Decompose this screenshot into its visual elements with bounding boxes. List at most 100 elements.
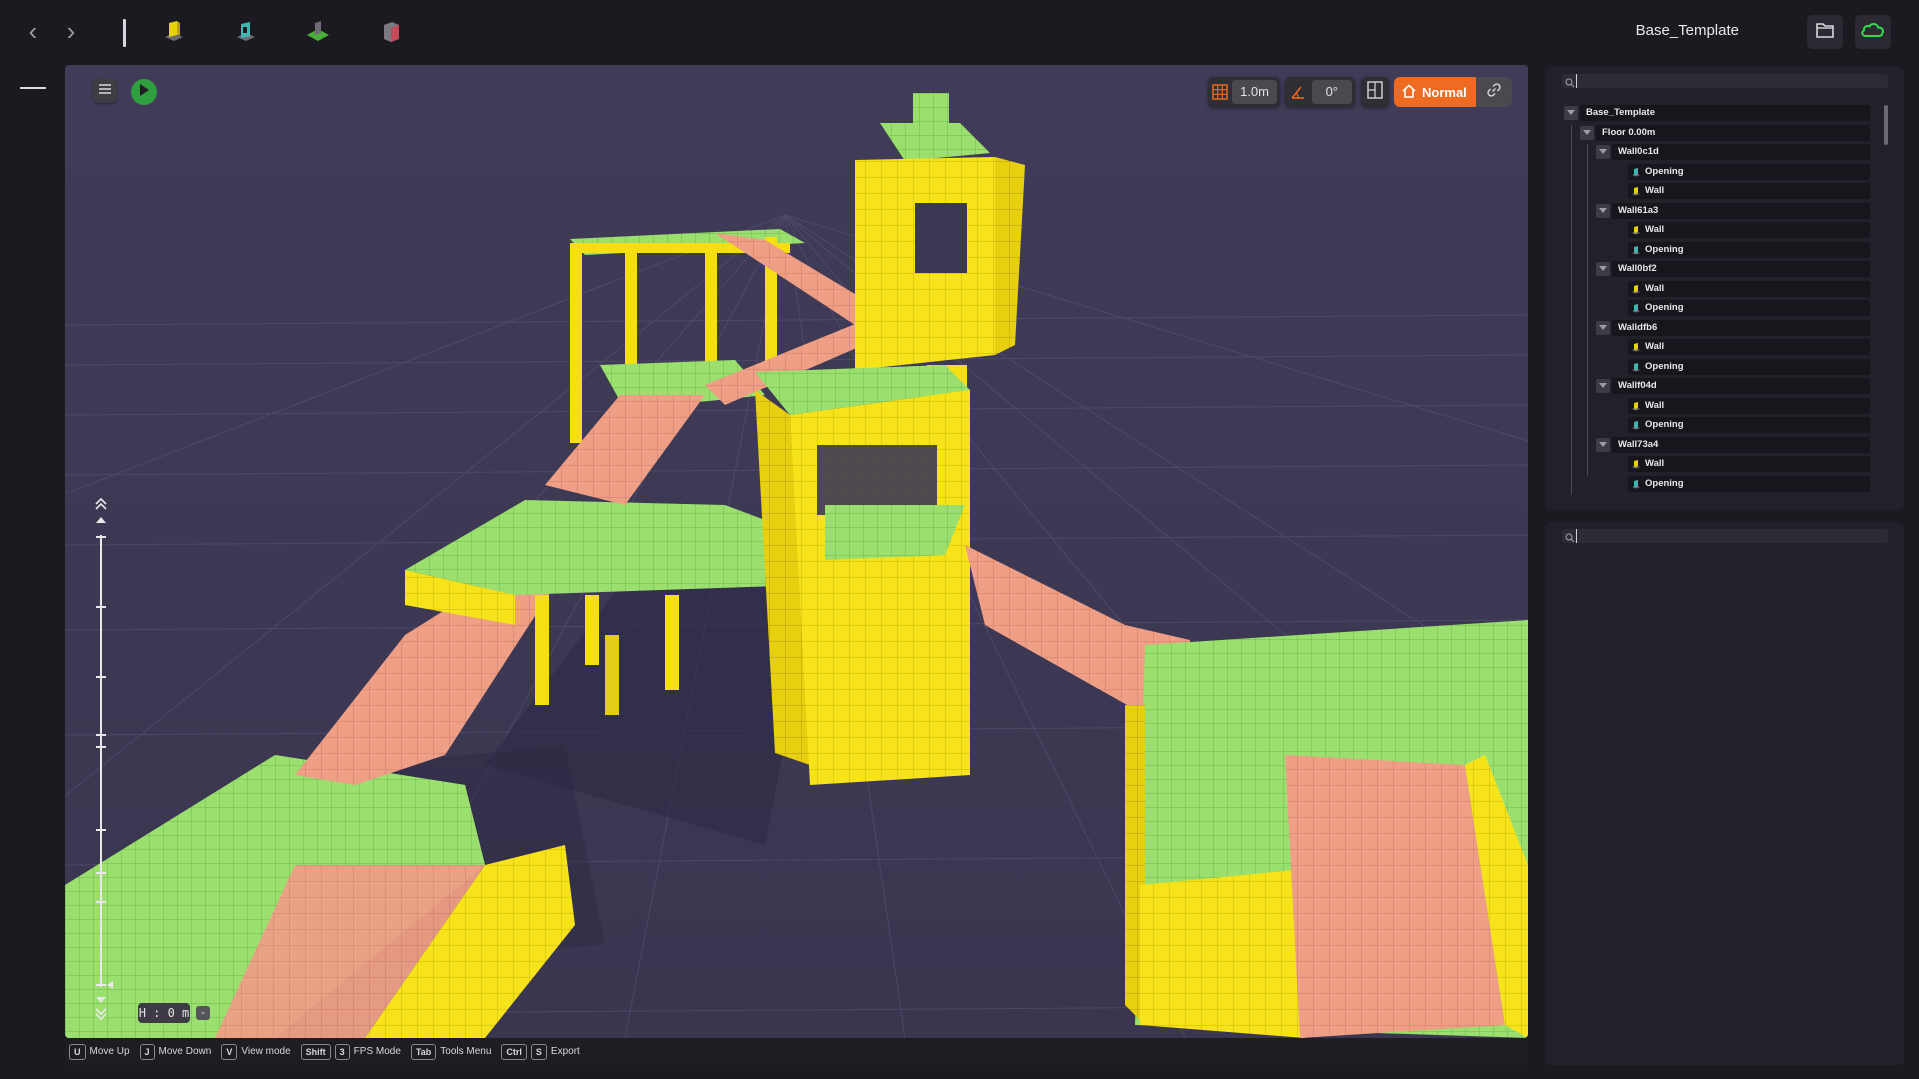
opening-node-icon	[1632, 421, 1640, 430]
height-slider[interactable]	[91, 497, 121, 1037]
key-cap: U	[69, 1043, 86, 1060]
key-cap: Tab	[410, 1043, 437, 1060]
opening-node-icon	[1632, 245, 1640, 254]
tree-row[interactable]: Wall61a3	[1596, 202, 1870, 219]
angle-value[interactable]: 0°	[1311, 80, 1352, 104]
key-cap: Ctrl	[501, 1043, 527, 1060]
hint-label: View mode	[241, 1046, 291, 1057]
tree-row[interactable]: Base_Template	[1564, 105, 1870, 121]
expand-toggle-icon[interactable]	[1596, 203, 1610, 218]
project-title: Base_Template	[1635, 22, 1739, 39]
tree-row[interactable]: Wall73a4	[1596, 436, 1870, 453]
tree-row-label: Wall0bf2	[1618, 263, 1657, 274]
tree-row[interactable]: Opening	[1628, 358, 1870, 375]
tree-row[interactable]: Floor 0.00m	[1580, 124, 1870, 141]
tree-row[interactable]: Wall	[1628, 222, 1870, 238]
play-button[interactable]	[131, 79, 157, 105]
collapse-menu-icon[interactable]	[20, 87, 46, 89]
list-icon	[98, 82, 112, 100]
height-decrease-button[interactable]: -	[196, 1006, 210, 1020]
link-button[interactable]	[1476, 77, 1512, 107]
toolbar-divider	[123, 19, 126, 47]
opening-node-icon	[1632, 167, 1640, 176]
tree-row-label: Wall61a3	[1618, 204, 1659, 216]
hint-label: Tools Menu	[440, 1046, 492, 1057]
wall-node-icon	[1632, 460, 1640, 469]
tree-row[interactable]: Opening	[1628, 163, 1870, 180]
tree-row-label: Wall0c1d	[1618, 146, 1659, 157]
snap-toggle-button[interactable]	[1361, 77, 1389, 107]
properties-search-input[interactable]	[1576, 529, 1876, 543]
opening-tool-icon[interactable]	[231, 17, 261, 47]
tree-row[interactable]: Opening	[1628, 300, 1870, 316]
cloud-button[interactable]	[1855, 15, 1891, 49]
double-chevron-up-icon[interactable]	[95, 497, 107, 510]
tree-row-label: Floor 0.00m	[1602, 126, 1656, 138]
home-icon	[1402, 83, 1416, 101]
expand-toggle-icon[interactable]	[1596, 320, 1610, 335]
properties-panel	[1545, 522, 1904, 1065]
tree-row[interactable]: Wall0bf2	[1596, 261, 1870, 277]
tree-row-label: Opening	[1645, 302, 1684, 313]
wall-tool-icon[interactable]	[159, 17, 189, 47]
hint-move-down: J Move Down	[139, 1043, 212, 1060]
expand-toggle-icon[interactable]	[1596, 379, 1610, 393]
view-mode-button[interactable]: Normal	[1394, 77, 1476, 107]
play-icon	[139, 83, 149, 101]
grid-size-control[interactable]: 1.0m	[1208, 77, 1280, 107]
hint-fps-mode: Shift 3 FPS Mode	[300, 1043, 401, 1060]
tree-row[interactable]: Opening	[1628, 475, 1870, 492]
height-readout: H : 0 m	[138, 1003, 190, 1023]
block-tool-icon[interactable]	[376, 17, 406, 47]
scene-canvas[interactable]	[65, 65, 1528, 1038]
key-cap: V	[221, 1043, 238, 1060]
tree-row-label: Wall	[1645, 282, 1665, 294]
double-chevron-down-icon[interactable]	[95, 1008, 107, 1021]
folder-button[interactable]	[1807, 15, 1843, 49]
key-cap: S	[530, 1043, 547, 1060]
chevron-down-icon	[96, 997, 106, 1003]
hint-label: Export	[550, 1046, 580, 1057]
expand-toggle-icon[interactable]	[1596, 262, 1610, 276]
chevron-right-icon[interactable]: ›	[57, 18, 85, 46]
tree-row[interactable]: Wall0c1d	[1596, 144, 1870, 160]
tree-row-label: Wall	[1645, 399, 1665, 411]
tree-row[interactable]: Walldfb6	[1596, 319, 1870, 336]
key-cap: 3	[334, 1043, 350, 1060]
expand-toggle-icon[interactable]	[1564, 106, 1578, 120]
tree-row[interactable]: Wall	[1628, 456, 1870, 472]
opening-node-icon	[1632, 479, 1640, 488]
tree-row-label: Wall	[1645, 341, 1665, 352]
grid-size-value[interactable]: 1.0m	[1232, 80, 1277, 104]
top-bar: ‹ › Base_Template	[0, 0, 1919, 62]
scene-search-input[interactable]	[1576, 74, 1876, 88]
cloud-icon	[1860, 21, 1886, 44]
key-cap: Shift	[300, 1043, 331, 1060]
tree-row[interactable]: Wall	[1628, 280, 1870, 297]
properties-search-field[interactable]	[1562, 529, 1888, 543]
tree-row[interactable]: Wall	[1628, 183, 1870, 199]
hint-label: Move Down	[158, 1046, 212, 1057]
tree-row-label: Opening	[1645, 243, 1684, 255]
tree-row[interactable]: Opening	[1628, 417, 1870, 433]
tree-row[interactable]: Wallf04d	[1596, 378, 1870, 394]
floor-tool-icon[interactable]	[303, 17, 333, 47]
chevron-left-icon[interactable]: ‹	[19, 18, 47, 46]
opening-node-icon	[1632, 362, 1640, 371]
scene-search-field[interactable]	[1562, 74, 1888, 88]
app-window: ‹ › Base_Template 1.0m 0° Normal H: 0 m…	[0, 0, 1919, 1079]
view-mode-control: Normal	[1394, 77, 1512, 107]
expand-toggle-icon[interactable]	[1596, 145, 1610, 159]
tree-row-label: Wall	[1645, 224, 1665, 235]
expand-toggle-icon[interactable]	[1596, 437, 1610, 452]
expand-toggle-icon[interactable]	[1580, 125, 1594, 140]
opening-node-icon	[1632, 304, 1640, 313]
tree-scrollbar[interactable]	[1884, 105, 1888, 145]
tree-row[interactable]: Wall	[1628, 397, 1870, 414]
tree-row[interactable]: Opening	[1628, 241, 1870, 258]
tree-row[interactable]: Wall	[1628, 339, 1870, 355]
angle-snap-control[interactable]: 0°	[1285, 77, 1355, 107]
viewport-menu-button[interactable]	[93, 79, 117, 103]
tree-row-label: Opening	[1645, 419, 1684, 430]
3d-viewport[interactable]: 1.0m 0° Normal	[65, 65, 1528, 1038]
